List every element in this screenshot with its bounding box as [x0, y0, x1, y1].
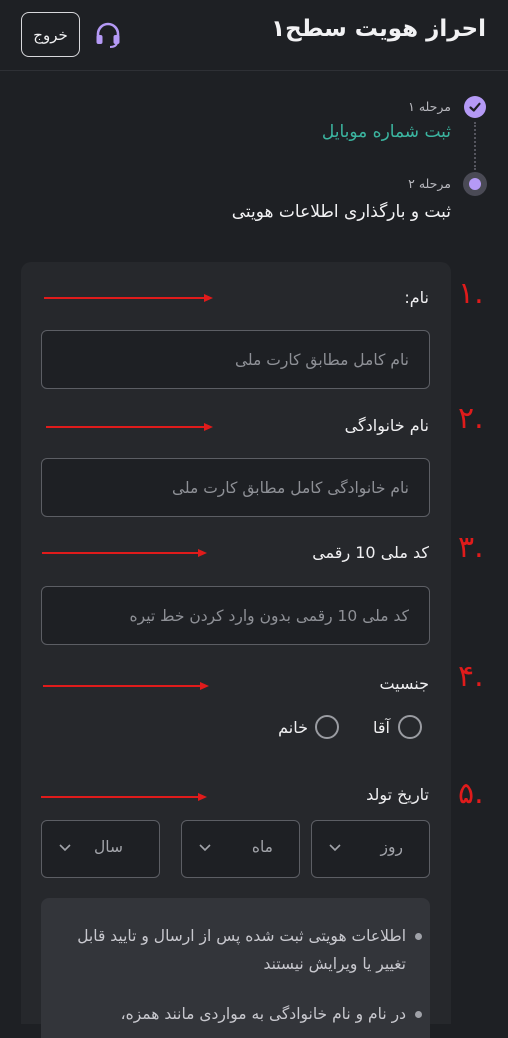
- birth-day-value: روز: [380, 838, 403, 856]
- page-title: احراز هویت سطح۱: [271, 16, 486, 42]
- annotation-number-1: ۱.: [458, 276, 484, 311]
- national-code-label: کد ملی 10 رقمی: [312, 543, 429, 562]
- notice-item: اطلاعات هویتی ثبت شده پس از ارسال و تایی…: [66, 922, 422, 978]
- headset-icon[interactable]: [93, 20, 123, 50]
- annotation-arrow-icon: [46, 423, 213, 431]
- bullet-dot: [415, 933, 422, 940]
- gender-male-label[interactable]: آقا: [373, 718, 390, 737]
- annotation-number-5: ۵.: [458, 776, 484, 811]
- annotation-number-2: ۲.: [458, 401, 484, 436]
- progress-stepper: مرحله ۱ ثبت شماره موبایل مرحله ۲ ثبت و ب…: [0, 90, 508, 240]
- gender-female-label[interactable]: خانم: [278, 718, 308, 737]
- step-2-number: مرحله ۲: [408, 176, 451, 191]
- family-label: نام خانوادگی: [344, 416, 429, 435]
- gender-male-radio[interactable]: [398, 715, 422, 739]
- birth-month-select[interactable]: ماه: [181, 820, 300, 878]
- birth-month-value: ماه: [251, 838, 273, 856]
- current-step-indicator: [463, 172, 487, 196]
- step-connector: [474, 122, 476, 170]
- bullet-dot: [415, 1011, 422, 1018]
- check-icon: [464, 96, 486, 118]
- birth-day-select[interactable]: روز: [311, 820, 430, 878]
- app-header: احراز هویت سطح۱ خروج: [0, 0, 508, 71]
- annotation-arrow-icon: [44, 294, 213, 302]
- birth-year-select[interactable]: سال: [41, 820, 160, 878]
- step-1-title: ثبت شماره موبایل: [321, 122, 451, 142]
- national-code-input[interactable]: [42, 606, 409, 625]
- annotation-arrow-icon: [43, 682, 209, 690]
- name-field-container: [41, 330, 430, 389]
- family-input[interactable]: [42, 478, 409, 497]
- step-2-title: ثبت و بارگذاری اطلاعات هویتی: [231, 202, 451, 222]
- family-field-container: [41, 458, 430, 517]
- notice-box: اطلاعات هویتی ثبت شده پس از ارسال و تایی…: [41, 898, 430, 1038]
- birth-year-value: سال: [94, 838, 123, 856]
- annotation-number-4: ۴.: [458, 659, 484, 694]
- name-input[interactable]: [42, 350, 409, 369]
- gender-female-radio[interactable]: [315, 715, 339, 739]
- name-label: نام:: [404, 288, 429, 307]
- birth-date-label: تاریخ تولد: [366, 785, 429, 804]
- gender-label: جنسیت: [379, 674, 429, 693]
- chevron-down-icon: [329, 844, 341, 852]
- annotation-number-3: ۳.: [458, 530, 484, 565]
- annotation-arrow-icon: [41, 793, 207, 801]
- exit-button[interactable]: خروج: [21, 12, 80, 57]
- step-1-number: مرحله ۱: [408, 99, 451, 114]
- chevron-down-icon: [199, 844, 211, 852]
- national-code-field-container: [41, 586, 430, 645]
- annotation-arrow-icon: [42, 549, 207, 557]
- chevron-down-icon: [59, 844, 71, 852]
